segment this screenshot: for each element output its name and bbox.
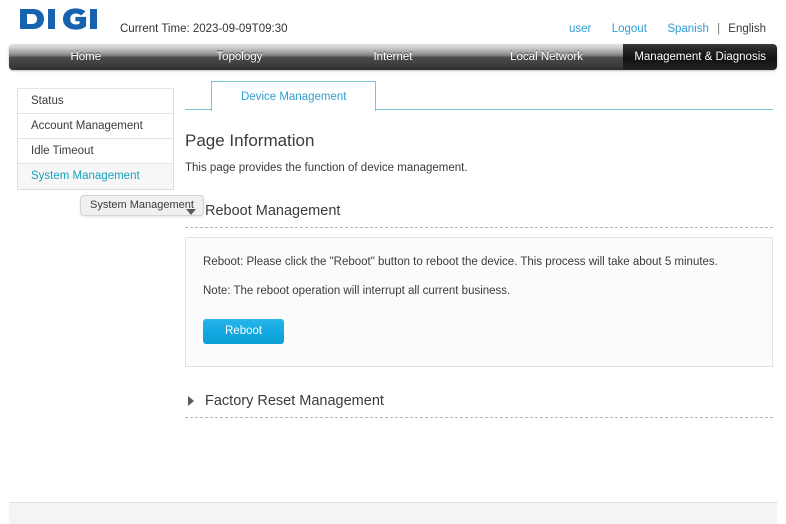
nav-item-home-label: Home (70, 51, 102, 63)
page-title: Page Information (185, 131, 315, 150)
sidebar-item-idle-timeout-label: Idle Timeout (31, 145, 94, 157)
header-links: user Logout Spanish | English (569, 23, 766, 35)
main-navigation-bar: Home Topology Internet Local Network Man… (9, 44, 777, 70)
section-title-reboot-management: Reboot Management (205, 203, 341, 219)
section-header-reboot-management[interactable]: Reboot Management (185, 203, 773, 219)
tab-strip: Device Management (185, 80, 773, 111)
sidebar-item-account-management-label: Account Management (31, 120, 143, 132)
sidebar-item-account-management[interactable]: Account Management (18, 114, 173, 139)
reboot-management-panel: Reboot: Please click the "Reboot" button… (185, 237, 773, 367)
reboot-note-text: Note: The reboot operation will interrup… (203, 285, 511, 297)
user-link[interactable]: user (569, 23, 591, 35)
section-header-factory-reset-management[interactable]: Factory Reset Management (185, 393, 773, 409)
nav-item-local-network[interactable]: Local Network (470, 44, 624, 70)
sidebar-item-status-label: Status (31, 95, 64, 107)
tab-device-management-label: Device Management (241, 90, 347, 103)
nav-item-topology[interactable]: Topology (163, 44, 317, 70)
language-separator: | (717, 23, 721, 35)
body-area: Status Account Management Idle Timeout S… (9, 80, 777, 480)
reboot-instruction-text: Reboot: Please click the "Reboot" button… (203, 256, 718, 268)
sidebar-item-idle-timeout[interactable]: Idle Timeout (18, 139, 173, 164)
section-divider-factory-reset (185, 417, 773, 418)
nav-item-management-and-diagnosis-label: Management & Diagnosis (634, 51, 767, 63)
nav-item-topology-label: Topology (216, 51, 263, 63)
page-footer (9, 502, 777, 524)
current-time-label: Current Time: 2023-09-09T09:30 (120, 23, 288, 35)
sidebar-menu: Status Account Management Idle Timeout S… (17, 88, 174, 190)
nav-item-local-network-label: Local Network (510, 51, 584, 63)
nav-item-home[interactable]: Home (9, 44, 163, 70)
section-title-factory-reset-management: Factory Reset Management (205, 393, 384, 409)
nav-item-internet[interactable]: Internet (316, 44, 470, 70)
sidebar-item-status[interactable]: Status (18, 89, 173, 114)
language-english-current[interactable]: English (728, 23, 766, 35)
triangle-right-icon (185, 395, 197, 407)
page-description: This page provides the function of devic… (185, 162, 468, 174)
tab-device-management[interactable]: Device Management (211, 81, 377, 111)
digi-logo (18, 6, 118, 32)
reboot-button[interactable]: Reboot (203, 319, 285, 344)
sidebar-item-system-management[interactable]: System Management (18, 164, 173, 189)
nav-item-internet-label: Internet (373, 51, 413, 63)
content-panel: Device Management Page Information This … (185, 80, 773, 418)
logout-link[interactable]: Logout (612, 23, 647, 35)
language-spanish-link[interactable]: Spanish (667, 23, 709, 35)
page-root: Current Time: 2023-09-09T09:30 user Logo… (0, 0, 786, 524)
nav-item-management-and-diagnosis[interactable]: Management & Diagnosis (623, 44, 777, 70)
triangle-down-icon (185, 205, 197, 217)
section-divider-reboot (185, 227, 773, 228)
sidebar-item-system-management-label: System Management (31, 170, 140, 182)
page-header: Current Time: 2023-09-09T09:30 user Logo… (0, 0, 786, 44)
